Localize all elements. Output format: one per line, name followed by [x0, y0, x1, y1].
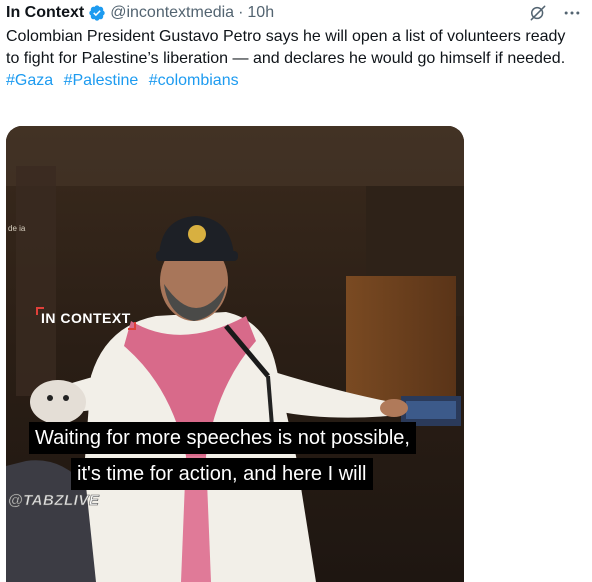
- video-thumbnail[interactable]: de ia IN CONTEXT Waiting for more speech…: [6, 126, 464, 582]
- author-name[interactable]: In Context: [6, 3, 84, 23]
- tweet-body: Colombian President Gustavo Petro says h…: [6, 28, 570, 67]
- more-icon[interactable]: [562, 3, 582, 23]
- tweet-header: In Context @incontextmedia · 10h: [6, 2, 582, 24]
- video-frame: [6, 126, 464, 582]
- subtitle-line-1: Waiting for more speeches is not possibl…: [29, 422, 416, 454]
- incontext-watermark: IN CONTEXT: [36, 307, 136, 330]
- author-handle[interactable]: @incontextmedia: [110, 3, 234, 23]
- hashtag-gaza[interactable]: #Gaza: [6, 72, 53, 89]
- tweet-time[interactable]: 10h: [247, 3, 274, 23]
- tweet[interactable]: In Context @incontextmedia · 10h Colombi…: [0, 0, 592, 582]
- hashtag-colombians[interactable]: #colombians: [149, 72, 239, 89]
- separator-dot: ·: [238, 4, 244, 21]
- background-text: de ia: [8, 224, 26, 233]
- tabzlive-watermark: @TABZLIVE: [8, 492, 100, 510]
- hashtag-palestine[interactable]: #Palestine: [64, 72, 139, 89]
- hashtag-list: #Gaza #Palestine #colombians: [6, 70, 578, 92]
- subtitle-line-2: it's time for action, and here I will: [71, 458, 373, 490]
- grok-icon[interactable]: [528, 3, 548, 23]
- header-actions: [528, 2, 582, 24]
- verified-badge-icon: [88, 4, 106, 22]
- tweet-text: Colombian President Gustavo Petro says h…: [6, 26, 578, 92]
